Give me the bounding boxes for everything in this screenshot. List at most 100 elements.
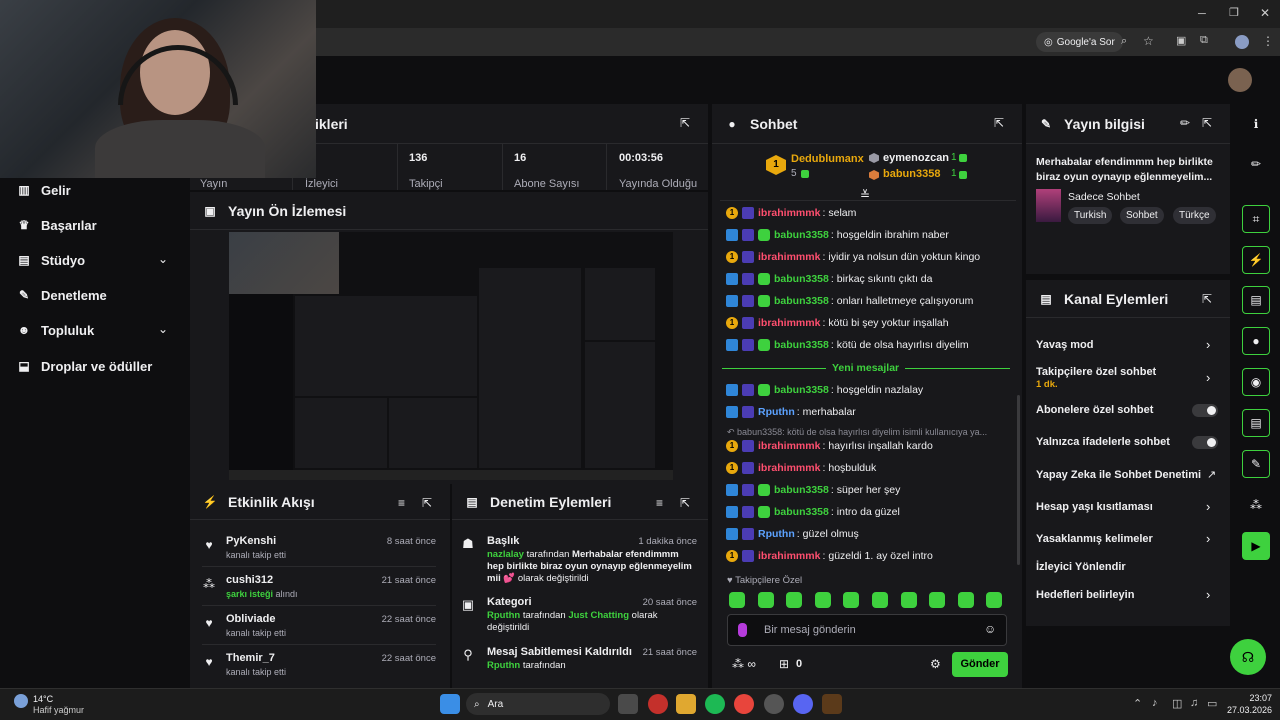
info-icon[interactable]: ℹ (1242, 110, 1270, 138)
notes-icon[interactable]: ▤ (1242, 286, 1270, 314)
emote-icon[interactable] (872, 592, 888, 608)
popout-icon[interactable]: ⇱ (1202, 292, 1216, 306)
chat-username[interactable]: Rputhn (758, 528, 795, 540)
nav-item-topluluk[interactable]: ☻ Topluluk (16, 320, 95, 340)
nav-item-denetleme[interactable]: ✎ Denetleme (16, 285, 107, 305)
popout-icon[interactable]: ⇱ (680, 496, 694, 510)
nav-item-studyo[interactable]: ▤ Stüdyo (16, 250, 85, 270)
emote-icon[interactable] (843, 592, 860, 608)
popout-icon[interactable]: ⇱ (680, 116, 694, 130)
windows-start-icon[interactable] (440, 694, 460, 714)
chat-username[interactable]: babun3358 (774, 295, 829, 307)
chevron-right-icon[interactable]: › (1206, 370, 1210, 385)
gift-icon[interactable]: ⊞ (779, 657, 789, 671)
chat-username[interactable]: ibrahimmmk (758, 251, 820, 263)
media-icon[interactable]: ▣ (1176, 34, 1186, 47)
chat-username[interactable]: ibrahimmmk (758, 440, 820, 452)
nav-item-gelir[interactable]: ▥ Gelir (16, 180, 70, 200)
tray-chevron-icon[interactable]: ⌃ (1133, 697, 1142, 710)
banned-words-item[interactable]: Yasaklanmış kelimeler (1036, 533, 1153, 545)
user-avatar[interactable] (1228, 68, 1252, 92)
chevron-right-icon[interactable]: › (1206, 587, 1210, 602)
emote-icon[interactable] (814, 592, 831, 608)
mod-user[interactable]: Rputhn (487, 660, 520, 671)
chevron-right-icon[interactable]: › (1206, 499, 1210, 514)
volume-icon[interactable]: ♫ (1190, 697, 1198, 709)
minimize-icon[interactable]: ─ (1198, 8, 1206, 20)
weather-temp[interactable]: 14°C (33, 694, 53, 704)
stream-preview-video[interactable] (229, 232, 673, 480)
nav-item-basarilar[interactable]: ♛ Başarılar (16, 215, 97, 235)
feed-user[interactable]: Themir_7 (226, 652, 275, 664)
nav-item-droplar[interactable]: ⬓ Droplar ve ödüller (16, 356, 152, 376)
external-link-icon[interactable]: ↗ (1207, 468, 1216, 481)
popout-icon[interactable]: ⇱ (1202, 116, 1216, 130)
tag-chip[interactable]: Turkish (1068, 207, 1113, 224)
chat-username[interactable]: ibrahimmmk (758, 317, 820, 329)
battery-icon[interactable]: ▭ (1207, 697, 1217, 710)
chat-username[interactable]: babun3358 (774, 339, 829, 351)
close-window-icon[interactable]: ✕ (1260, 6, 1270, 20)
popout-icon[interactable]: ⇱ (994, 116, 1008, 130)
chat-username[interactable]: babun3358 (774, 484, 829, 496)
leader-name[interactable]: Dedublumanx (791, 153, 864, 165)
reply-reference[interactable]: ↶ babun3358: kötü de olsa hayırlısı diye… (727, 427, 987, 438)
followers-only-chat-item[interactable]: Takipçilere özel sohbet (1036, 366, 1156, 378)
popout-icon[interactable]: ⇱ (422, 496, 436, 510)
spotify-icon[interactable] (705, 694, 725, 714)
browser-menu-icon[interactable]: ⋮ (1262, 34, 1274, 48)
mod-user[interactable]: Rputhn (487, 610, 520, 621)
clip-icon[interactable]: ⌗ (1242, 205, 1270, 233)
chevron-right-icon[interactable]: › (1206, 337, 1210, 352)
discord-icon[interactable] (793, 694, 813, 714)
help-headset-icon[interactable]: ☊ (1230, 639, 1266, 675)
filter-icon[interactable]: ≡ (656, 496, 670, 510)
mic-tray-icon[interactable]: ♪ (1152, 697, 1158, 709)
users-icon[interactable]: ⁂ ∞ (732, 657, 756, 671)
emote-icon[interactable] (929, 592, 946, 608)
chat-input[interactable]: Bir mesaj gönderin ☺ (727, 614, 1007, 646)
mic-icon[interactable] (738, 623, 747, 637)
emote-only-toggle[interactable] (1192, 436, 1218, 449)
category-boxart[interactable] (1036, 189, 1061, 222)
stream-category[interactable]: Sadece Sohbet (1068, 191, 1140, 203)
extensions-icon[interactable]: ⧉ (1200, 34, 1208, 47)
task-view-icon[interactable] (618, 694, 638, 714)
chevron-down-icon[interactable]: ⌄ (158, 252, 168, 266)
tag-chip[interactable]: Sohbet (1120, 207, 1164, 224)
chat-username[interactable]: babun3358 (774, 229, 829, 241)
slow-mode-item[interactable]: Yavaş mod (1036, 339, 1093, 351)
profile-avatar[interactable] (1235, 35, 1249, 49)
send-button[interactable]: Gönder (952, 652, 1008, 677)
channel-icon[interactable]: ▤ (1242, 409, 1270, 437)
emote-icon[interactable] (786, 592, 803, 608)
chat-username[interactable]: ibrahimmmk (758, 207, 820, 219)
chevron-right-icon[interactable]: › (1206, 531, 1210, 546)
bookmark-star-icon[interactable]: ☆ (1143, 34, 1154, 48)
chevron-down-icon[interactable]: ⌄ (158, 322, 168, 336)
app-icon[interactable] (764, 694, 784, 714)
ai-moderation-item[interactable]: Yapay Zeka ile Sohbet Denetimi (1036, 469, 1201, 481)
chat-username[interactable]: ibrahimmmk (758, 462, 820, 474)
emote-icon[interactable] (986, 592, 1003, 608)
taskbar-search[interactable]: ⌕ Ara (466, 693, 610, 715)
chat-username[interactable]: babun3358 (774, 506, 829, 518)
app-icon[interactable] (822, 694, 842, 714)
feed-user[interactable]: Obliviade (226, 613, 276, 625)
feed-user[interactable]: cushi312 (226, 574, 273, 586)
network-icon[interactable]: ◫ (1172, 697, 1182, 710)
sub-only-toggle[interactable] (1192, 404, 1218, 417)
chat-icon[interactable]: ● (1242, 327, 1270, 355)
broadcast-icon[interactable]: ◉ (1242, 368, 1270, 396)
chrome-icon[interactable] (734, 694, 754, 714)
tag-chip[interactable]: Türkçe (1173, 207, 1216, 224)
chat-scrollbar[interactable] (1017, 395, 1020, 565)
leader-name[interactable]: babun3358 (883, 168, 940, 180)
emote-icon[interactable] (757, 592, 774, 608)
emoji-picker-icon[interactable]: ☺ (984, 622, 996, 636)
dots-icon[interactable]: ⁂ (1242, 491, 1270, 519)
app-p-icon[interactable] (648, 694, 668, 714)
chat-username[interactable]: ibrahimmmk (758, 550, 820, 562)
edit-icon[interactable]: ✏ (1242, 150, 1270, 178)
edit-pencil-icon[interactable]: ✏ (1180, 116, 1190, 130)
